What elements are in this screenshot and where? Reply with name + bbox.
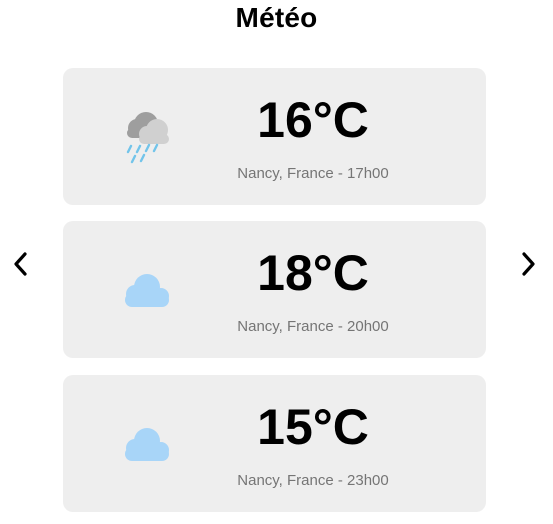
location-time: Nancy, France - 17h00 [237,165,389,182]
location-time: Nancy, France - 20h00 [237,318,389,335]
temperature: 16°C [257,92,369,148]
cloud-icon [111,408,181,478]
temperature: 15°C [257,399,369,455]
rain-cloud-icon [111,101,181,171]
forecast-card: 15°C Nancy, France - 23h00 [63,375,486,512]
location-time: Nancy, France - 23h00 [237,472,389,489]
chevron-left-icon [14,252,27,276]
previous-button[interactable] [6,248,34,280]
chevron-right-icon [522,252,535,276]
forecast-card: 16°C Nancy, France - 17h00 [63,68,486,205]
next-button[interactable] [515,248,543,280]
temperature: 18°C [257,245,369,301]
cloud-icon [111,254,181,324]
page-title: Météo [235,2,318,33]
forecast-card: 18°C Nancy, France - 20h00 [63,221,486,358]
